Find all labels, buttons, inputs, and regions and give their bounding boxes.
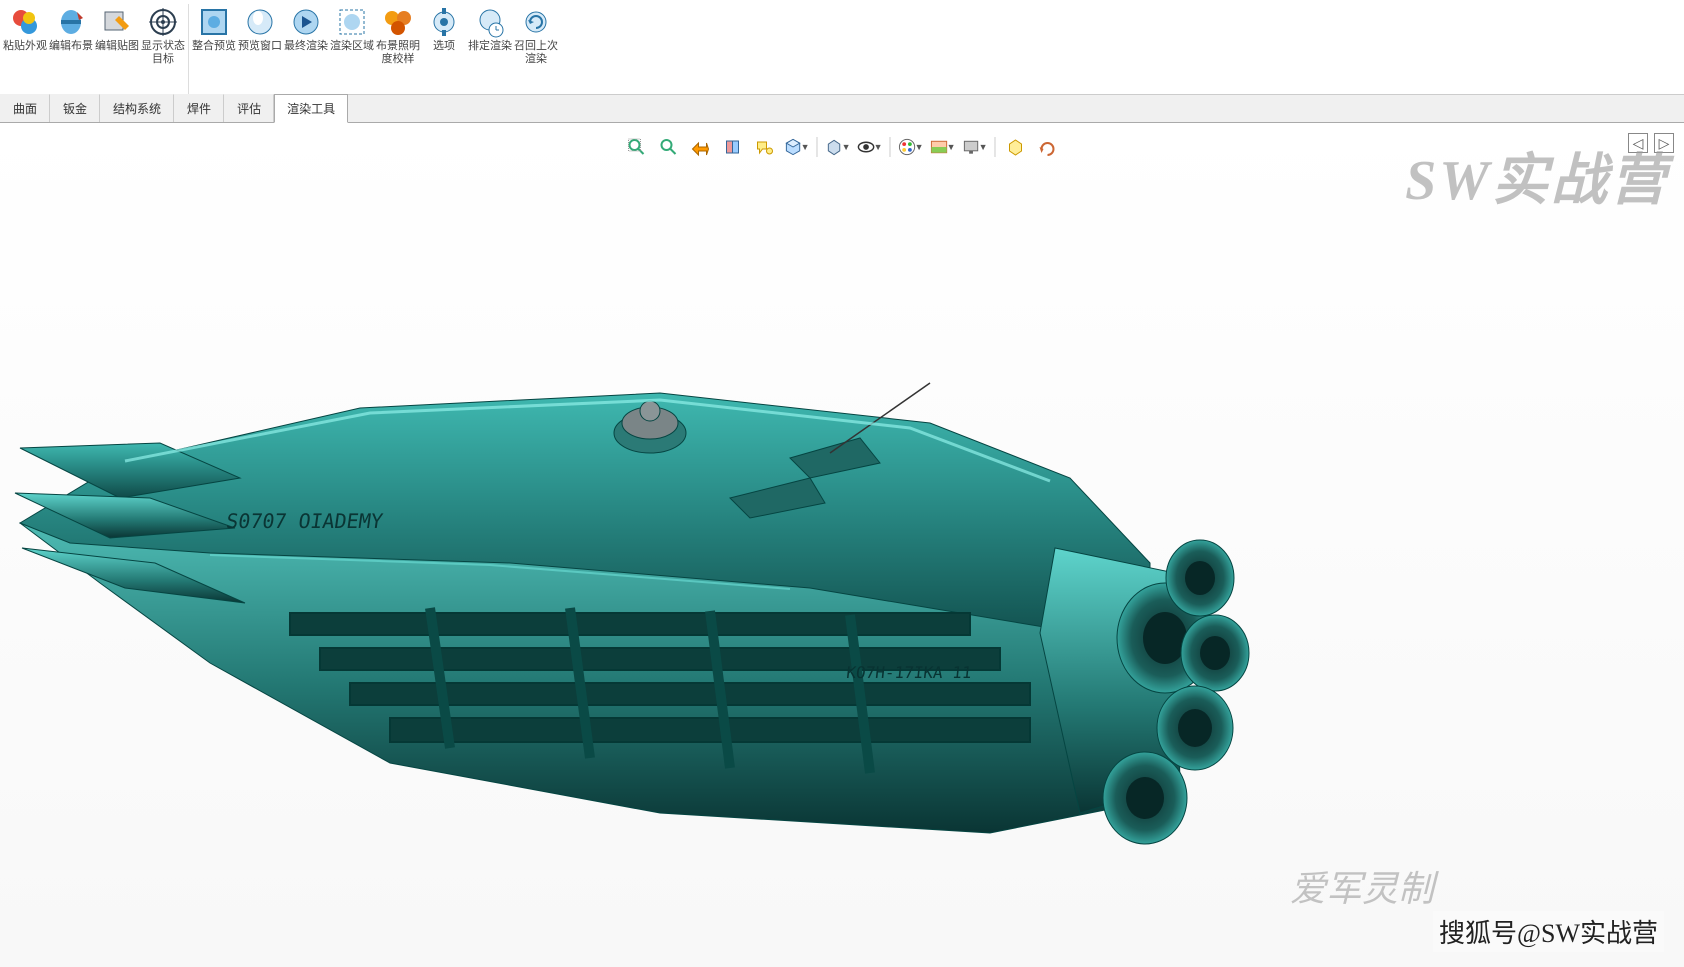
- tb-render-region[interactable]: 渲染区域: [329, 4, 375, 94]
- recall-icon: [520, 6, 552, 38]
- tb-label: 整合预览: [192, 40, 236, 53]
- tb-recall-render[interactable]: 召回上次渲染: [513, 4, 559, 94]
- tb-label: 选项: [433, 40, 455, 53]
- tb-label: 编辑贴图: [95, 40, 139, 53]
- tb-label: 预览窗口: [238, 40, 282, 53]
- view-settings-button[interactable]: ▼: [961, 135, 989, 159]
- heads-up-toolbar: ▼ ▼ ▼ ▼ ▼ ▼: [621, 133, 1064, 161]
- schedule-icon: [474, 6, 506, 38]
- integrated-preview-icon: [198, 6, 230, 38]
- view-orientation-button[interactable]: ▼: [783, 135, 811, 159]
- watermark-bottom-right: 搜狐号@SW实战营: [1433, 911, 1664, 952]
- tb-edit-scene[interactable]: 编辑布景: [48, 4, 94, 94]
- paste-icon: [9, 6, 41, 38]
- edit-decal-icon: [101, 6, 133, 38]
- apply-scene-button[interactable]: ▼: [929, 135, 957, 159]
- watermark-top-right: SW实战营: [1405, 135, 1669, 216]
- tb-label: 排定渲染: [468, 40, 512, 53]
- tab-sheetmetal[interactable]: 钣金: [50, 94, 100, 122]
- tb-preview-window[interactable]: 预览窗口: [237, 4, 283, 94]
- final-render-icon: [290, 6, 322, 38]
- tab-weldment[interactable]: 焊件: [174, 94, 224, 122]
- watermark-bottom-mid: 爱军灵制: [1290, 860, 1434, 912]
- dynamic-annotation-button[interactable]: [751, 135, 779, 159]
- rotate-view-button[interactable]: [1034, 135, 1062, 159]
- tb-show-state[interactable]: 显示状态目标: [140, 4, 186, 94]
- tb-schedule-render[interactable]: 排定渲染: [467, 4, 513, 94]
- tb-scene-illumination[interactable]: 布景照明度校样: [375, 4, 421, 94]
- model-spaceship: S0707 OIADEMY KO7H-17IKA 11: [10, 353, 1310, 913]
- tb-paste-appearance[interactable]: 粘贴外观: [2, 4, 48, 94]
- zoom-fit-button[interactable]: [623, 135, 651, 159]
- scene-light-icon: [382, 6, 414, 38]
- previous-view-button[interactable]: [687, 135, 715, 159]
- command-manager-tabs: 曲面 钣金 结构系统 焊件 评估 渲染工具: [0, 95, 1684, 123]
- render-region-button[interactable]: [1002, 135, 1030, 159]
- tb-options[interactable]: 选项: [421, 4, 467, 94]
- display-style-button[interactable]: ▼: [824, 135, 852, 159]
- tb-label: 粘贴外观: [3, 40, 47, 53]
- tb-integrated-preview[interactable]: 整合预览: [191, 4, 237, 94]
- section-view-button[interactable]: [719, 135, 747, 159]
- tb-label: 显示状态目标: [141, 40, 185, 66]
- tab-structure[interactable]: 结构系统: [100, 94, 174, 122]
- target-icon: [147, 6, 179, 38]
- hull-text-rear: KO7H-17IKA 11: [845, 663, 972, 682]
- tb-edit-decal[interactable]: 编辑贴图: [94, 4, 140, 94]
- tb-label: 编辑布景: [49, 40, 93, 53]
- zoom-area-button[interactable]: [655, 135, 683, 159]
- render-region-icon: [336, 6, 368, 38]
- tab-evaluate[interactable]: 评估: [224, 94, 274, 122]
- tab-surface[interactable]: 曲面: [0, 94, 50, 122]
- tb-label: 渲染区域: [330, 40, 374, 53]
- hide-show-button[interactable]: ▼: [856, 135, 884, 159]
- graphics-viewport[interactable]: S0707 OIADEMY KO7H-17IKA 11: [0, 123, 1684, 967]
- preview-window-icon: [244, 6, 276, 38]
- edit-appearance-button[interactable]: ▼: [897, 135, 925, 159]
- tb-label: 最终渲染: [284, 40, 328, 53]
- tab-render-tools[interactable]: 渲染工具: [274, 94, 348, 123]
- edit-scene-icon: [55, 6, 87, 38]
- tb-final-render[interactable]: 最终渲染: [283, 4, 329, 94]
- tb-label: 召回上次渲染: [514, 40, 558, 66]
- options-icon: [428, 6, 460, 38]
- hull-text-front: S0707 OIADEMY: [225, 509, 385, 533]
- main-toolbar: 粘贴外观 编辑布景 编辑贴图 显示状态目标 整合预览 预览窗口 最终渲染: [0, 0, 1684, 95]
- tb-label: 布景照明度校样: [376, 40, 420, 66]
